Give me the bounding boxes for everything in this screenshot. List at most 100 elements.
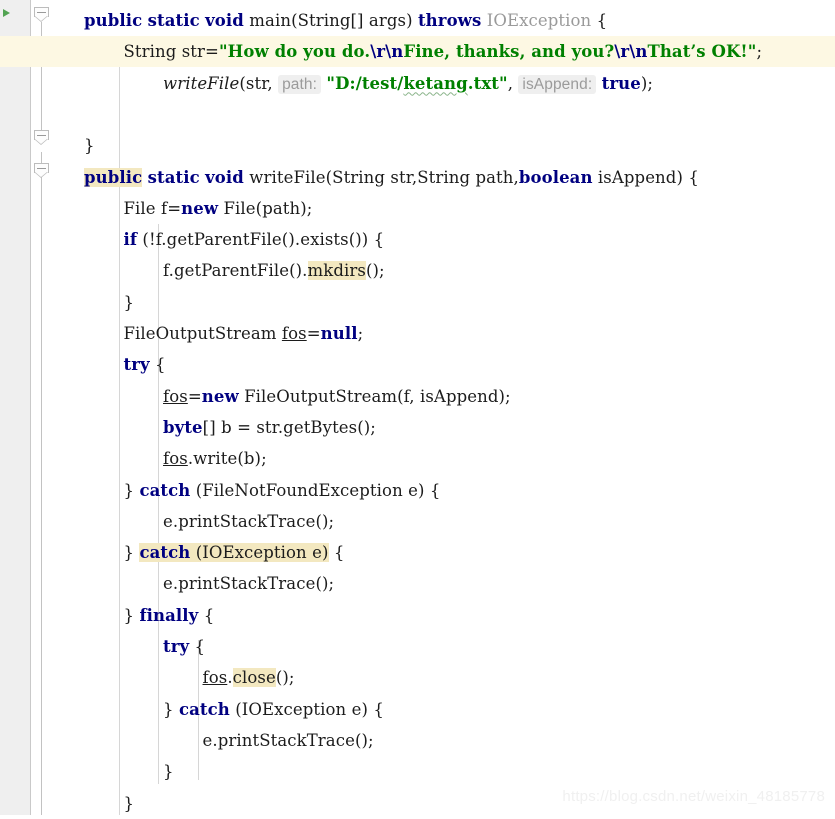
code-token: static: [147, 167, 200, 187]
code-line[interactable]: FileOutputStream fos=null;: [53, 318, 835, 349]
code-token: catch: [139, 543, 191, 563]
code-line[interactable]: }: [53, 130, 835, 161]
code-token: static: [147, 11, 200, 30]
code-token: \r\n: [614, 42, 648, 62]
code-token: public: [84, 11, 143, 30]
code-line[interactable]: } catch (IOException e) {: [53, 694, 835, 725]
code-token: null: [320, 324, 358, 343]
code-token: [] b = str.getBytes();: [202, 417, 376, 437]
code-token: e.printStackTrace();: [163, 574, 335, 594]
fold-handle-tip-inner: [35, 139, 47, 144]
code-token: ();: [365, 261, 385, 281]
code-line[interactable]: }: [53, 756, 835, 787]
code-token: fos: [281, 324, 307, 343]
code-line[interactable]: }: [53, 287, 835, 318]
code-token: {: [149, 355, 166, 375]
code-token: }: [123, 543, 140, 563]
watermark: https://blog.csdn.net/weixin_48185778: [562, 788, 825, 805]
code-line[interactable]: public static void writeFile(String str,…: [53, 162, 835, 193]
editor-gutter[interactable]: [0, 0, 31, 815]
code-token: void: [205, 11, 244, 30]
code-token: \r\n: [370, 42, 404, 62]
code-line[interactable]: f.getParentFile().mkdirs();: [53, 255, 835, 286]
code-token: f.getParentFile().: [163, 261, 308, 281]
fold-collapse-icon[interactable]: [34, 7, 49, 22]
code-token: byte: [163, 417, 203, 437]
code-line[interactable]: fos.write(b);: [53, 443, 835, 474]
code-token: {: [328, 543, 345, 563]
code-line[interactable]: e.printStackTrace();: [53, 506, 835, 537]
code-token: FileOutputStream(f, isAppend);: [238, 386, 511, 406]
code-token: File f=: [123, 198, 182, 218]
code-line[interactable]: e.printStackTrace();: [53, 725, 835, 756]
fold-minus-icon: [37, 135, 46, 136]
run-arrow-icon[interactable]: [3, 9, 10, 17]
code-folding-rail[interactable]: [31, 0, 53, 815]
fold-collapse-icon[interactable]: [34, 130, 49, 145]
code-line[interactable]: e.printStackTrace();: [53, 568, 835, 599]
code-line[interactable]: fos=new FileOutputStream(f, isAppend);: [53, 381, 835, 412]
code-token: ketang: [403, 73, 468, 93]
code-line[interactable]: } catch (IOException e) {: [53, 537, 835, 568]
fold-minus-icon: [37, 12, 46, 13]
code-token: That’s OK!": [647, 42, 757, 62]
code-token: (str,: [239, 73, 279, 93]
code-token: ;: [756, 42, 763, 62]
code-token: ;: [357, 324, 364, 343]
code-line[interactable]: writeFile(str, path: "D:/test/ketang.txt…: [53, 68, 835, 99]
code-token: boolean: [518, 167, 593, 187]
code-token: close: [232, 668, 276, 688]
code-line[interactable]: fos.close();: [53, 662, 835, 693]
code-token: if: [123, 230, 138, 250]
code-token: }: [163, 699, 179, 719]
code-token: fos: [202, 668, 228, 688]
code-token: "How do you do.: [218, 42, 371, 62]
code-token: (IOException e) {: [229, 699, 384, 719]
code-token: (FileNotFoundException e) {: [190, 480, 441, 500]
code-token: .write(b);: [187, 449, 267, 469]
code-line[interactable]: } finally {: [53, 600, 835, 631]
code-token: true: [601, 73, 641, 93]
code-token: .txt": [467, 73, 508, 93]
code-token: "D:/test/: [326, 73, 404, 93]
code-line[interactable]: File f=new File(path);: [53, 193, 835, 224]
fold-rail-line: [41, 152, 42, 815]
code-line[interactable]: } catch (FileNotFoundException e) {: [53, 475, 835, 506]
code-editor[interactable]: public static void main(String[] args) t…: [0, 0, 835, 815]
code-token: catch: [139, 480, 191, 500]
code-token: {: [198, 605, 215, 625]
code-line[interactable]: try {: [53, 631, 835, 662]
code-token: String str=: [123, 42, 219, 62]
code-token: mkdirs: [307, 261, 366, 281]
code-token: (IOException e): [190, 543, 329, 563]
code-line[interactable]: String str="How do you do.\r\nFine, than…: [0, 36, 835, 68]
code-line[interactable]: public static void main(String[] args) t…: [53, 5, 835, 36]
code-line[interactable]: byte[] b = str.getBytes();: [53, 412, 835, 443]
fold-collapse-icon[interactable]: [34, 163, 49, 178]
code-token: {: [189, 637, 206, 656]
code-token: void: [205, 167, 244, 187]
code-line[interactable]: if (!f.getParentFile().exists()) {: [53, 224, 835, 255]
code-token: try: [163, 637, 190, 656]
code-line[interactable]: [53, 99, 835, 130]
code-token: e.printStackTrace();: [202, 730, 374, 750]
fold-handle-tip-inner: [35, 16, 47, 21]
code-token: writeFile(String str,String path,: [243, 167, 519, 187]
code-token: ,: [507, 73, 519, 93]
code-token: fos: [163, 386, 188, 406]
code-token: File(path);: [218, 198, 313, 218]
code-line[interactable]: try {: [53, 349, 835, 380]
code-token: writeFile: [163, 73, 240, 93]
code-token: }: [123, 793, 135, 813]
code-token: {: [591, 11, 608, 30]
code-token: new: [181, 198, 219, 218]
code-token: finally: [139, 605, 199, 625]
code-token: }: [123, 292, 135, 312]
code-token: IOException: [486, 11, 592, 30]
fold-minus-icon: [37, 168, 46, 169]
code-token: isAppend:: [518, 74, 597, 94]
code-token: =: [187, 386, 202, 406]
code-token: isAppend) {: [592, 167, 699, 187]
code-surface[interactable]: public static void main(String[] args) t…: [0, 0, 835, 815]
code-token: main(String[] args): [243, 11, 418, 30]
